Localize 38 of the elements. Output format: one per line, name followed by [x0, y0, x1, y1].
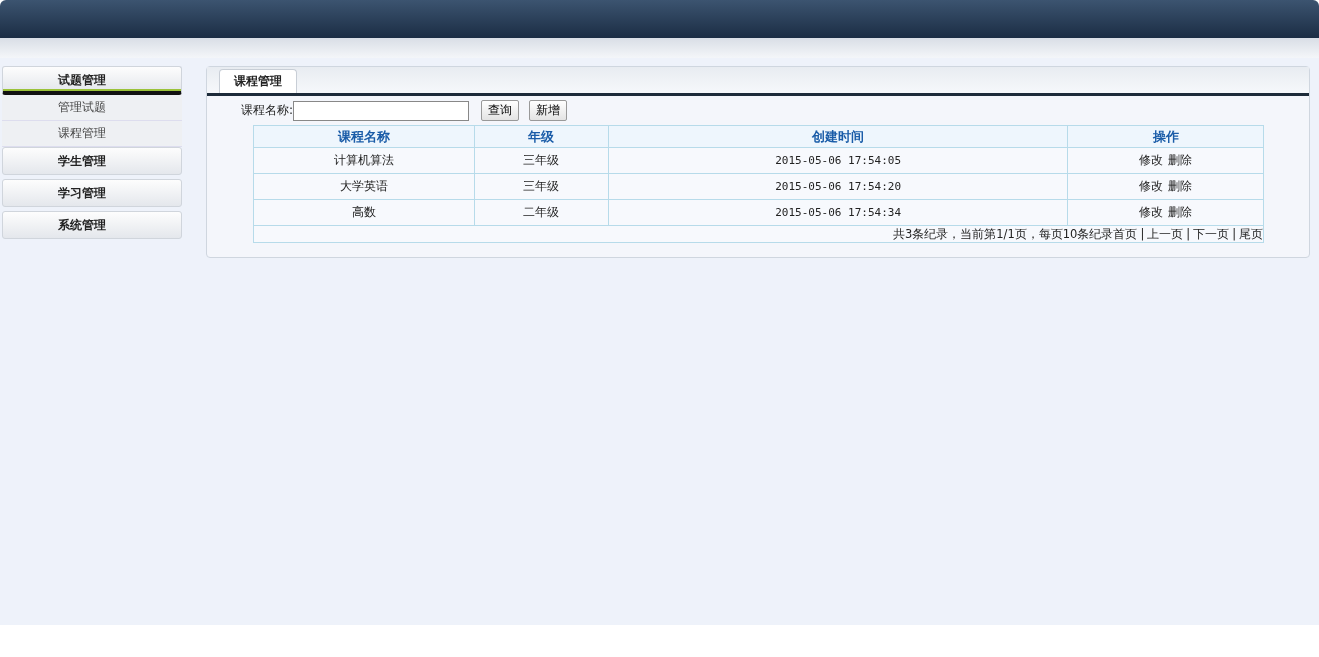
table-cell: 二年级	[474, 199, 609, 226]
table-cell: 2015-05-06 17:54:34	[608, 199, 1068, 226]
table-cell: 三年级	[474, 147, 609, 174]
sidebar-group[interactable]: 学生管理	[2, 147, 182, 175]
table-cell: 大学英语	[253, 173, 475, 200]
table-cell: 计算机算法	[253, 147, 475, 174]
pagination-link[interactable]: 下一页	[1193, 226, 1230, 241]
sidebar-item[interactable]: 课程管理	[2, 121, 182, 147]
action-button[interactable]: 查询	[481, 100, 520, 121]
sidebar-group[interactable]: 试题管理	[2, 66, 182, 95]
pagination-separator: |	[1140, 226, 1145, 241]
action-button[interactable]: 新增	[529, 100, 568, 121]
row-action-link[interactable]: 删除	[1168, 204, 1193, 221]
table-cell: 三年级	[474, 173, 609, 200]
pagination-summary: 共3条纪录，当前第1/1页，每页10条纪录	[892, 226, 1114, 241]
row-action-link[interactable]: 修改	[1139, 152, 1164, 169]
sidebar-group[interactable]: 学习管理	[2, 179, 182, 207]
column-header: 操作	[1067, 125, 1264, 148]
pagination-link[interactable]: 上一页	[1147, 226, 1184, 241]
search-field[interactable]	[293, 100, 470, 121]
row-action-link[interactable]: 删除	[1168, 152, 1193, 169]
column-header: 创建时间	[608, 125, 1068, 148]
table-cell: 高数	[253, 199, 475, 226]
table-cell: 2015-05-06 17:54:20	[608, 173, 1068, 200]
row-action-link[interactable]: 删除	[1168, 178, 1193, 195]
pagination-separator: |	[1232, 226, 1236, 241]
pagination-link[interactable]: 首页	[1113, 226, 1138, 241]
column-header: 年级	[474, 125, 609, 148]
row-action-link[interactable]: 修改	[1139, 178, 1164, 195]
pagination-link[interactable]: 尾页	[1239, 226, 1263, 241]
pagination-separator: |	[1186, 226, 1191, 241]
table-cell: 2015-05-06 17:54:05	[608, 147, 1068, 174]
search-label: 课程名称:	[241, 102, 294, 119]
tab[interactable]: 课程管理	[219, 69, 297, 93]
row-action-link[interactable]: 修改	[1139, 204, 1164, 221]
sidebar-group[interactable]: 系统管理	[2, 211, 182, 239]
sidebar-item[interactable]: 管理试题	[2, 95, 182, 121]
column-header: 课程名称	[253, 125, 475, 148]
